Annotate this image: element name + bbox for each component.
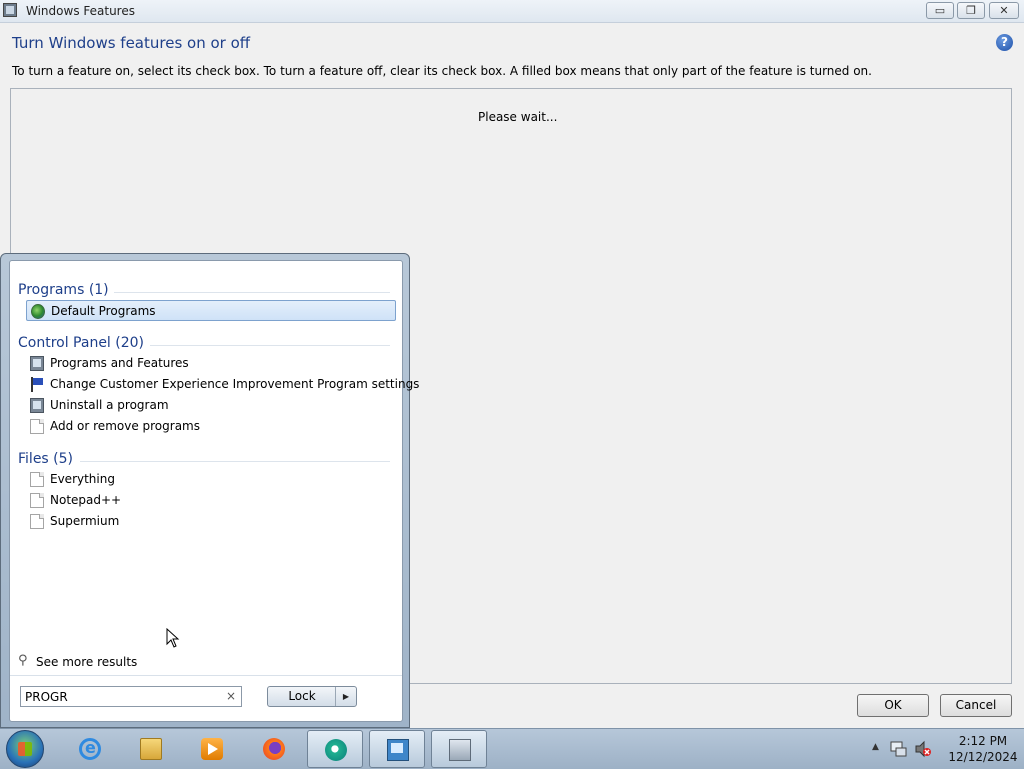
group-divider	[80, 461, 390, 462]
search-results-pane: Programs (1) Default Programs Control Pa…	[9, 260, 419, 722]
clear-search-icon[interactable]: ×	[226, 689, 236, 703]
control-panel-icon	[387, 739, 409, 761]
magnifier-icon: ⚲	[18, 653, 28, 668]
see-more-label: See more results	[36, 655, 138, 669]
power-options-arrow-icon[interactable]: ▶	[335, 687, 356, 706]
internet-explorer-icon	[79, 738, 101, 760]
minimize-button[interactable]: ▭	[926, 2, 954, 19]
taskbar-internet-explorer[interactable]	[62, 730, 118, 768]
document-icon	[30, 419, 44, 434]
taskbar-media-player[interactable]	[184, 730, 240, 768]
taskbar-app[interactable]	[307, 730, 363, 768]
windows-features-icon	[449, 739, 471, 761]
document-icon	[30, 514, 44, 529]
start-menu: Programs (1) Default Programs Control Pa…	[0, 253, 419, 728]
app-icon	[325, 739, 347, 761]
group-divider	[150, 345, 390, 346]
taskbar-windows-features[interactable]	[431, 730, 487, 768]
firefox-icon	[263, 738, 285, 760]
result-label: Uninstall a program	[50, 398, 169, 412]
result-label: Default Programs	[51, 304, 156, 318]
result-label: Supermium	[50, 514, 120, 528]
lock-button[interactable]: Lock ▶	[267, 686, 357, 707]
divider	[10, 675, 402, 676]
mouse-cursor-icon	[166, 628, 180, 648]
windows-features-icon	[3, 3, 17, 17]
document-icon	[30, 493, 44, 508]
result-default-programs[interactable]: Default Programs	[26, 300, 396, 321]
close-button[interactable]: ✕	[989, 2, 1019, 19]
start-search-box[interactable]: ×	[20, 686, 242, 707]
result-notepad-plus-plus[interactable]: Notepad++	[26, 490, 396, 511]
clock[interactable]: 2:12 PM 12/12/2024	[946, 733, 1020, 765]
result-label: Everything	[50, 472, 115, 486]
page-title: Turn Windows features on or off	[12, 34, 251, 52]
result-label: Add or remove programs	[50, 419, 200, 433]
media-player-icon	[201, 738, 223, 760]
title-bar[interactable]: Windows Features ▭ ❐ ✕	[0, 0, 1024, 23]
folder-icon	[140, 738, 162, 760]
volume-muted-icon[interactable]	[914, 740, 932, 758]
window-title: Windows Features	[26, 4, 135, 18]
show-hidden-icons-icon[interactable]: ▲	[872, 742, 879, 752]
flag-icon	[30, 377, 44, 392]
result-label: Notepad++	[50, 493, 122, 507]
taskbar-control-panel[interactable]	[369, 730, 425, 768]
taskbar: ▲ 2:12 PM 12/12/2024	[0, 728, 1024, 769]
result-programs-and-features[interactable]: Programs and Features	[26, 353, 396, 374]
group-heading-files: Files (5)	[18, 451, 74, 467]
taskbar-firefox[interactable]	[246, 730, 302, 768]
result-uninstall-a-program[interactable]: Uninstall a program	[26, 395, 396, 416]
start-button[interactable]	[6, 730, 44, 768]
restore-button[interactable]: ❐	[957, 2, 985, 19]
instructions-text: To turn a feature on, select its check b…	[12, 64, 872, 78]
search-input[interactable]	[25, 688, 215, 705]
result-label: Change Customer Experience Improvement P…	[50, 377, 420, 391]
cancel-button[interactable]: Cancel	[940, 694, 1012, 717]
document-icon	[30, 472, 44, 487]
control-panel-icon	[30, 356, 44, 371]
result-add-or-remove-programs[interactable]: Add or remove programs	[26, 416, 396, 437]
action-center-icon[interactable]	[890, 741, 908, 757]
taskbar-windows-explorer[interactable]	[123, 730, 179, 768]
clock-date: 12/12/2024	[948, 750, 1018, 764]
group-heading-control-panel: Control Panel (20)	[18, 335, 145, 351]
default-programs-icon	[31, 304, 45, 319]
clock-time: 2:12 PM	[958, 734, 1008, 748]
lock-label: Lock	[288, 689, 316, 703]
control-panel-icon	[30, 398, 44, 413]
notification-area: ▲ 2:12 PM 12/12/2024	[866, 729, 1024, 769]
help-icon[interactable]: ?	[996, 34, 1013, 51]
result-customer-experience-settings[interactable]: Change Customer Experience Improvement P…	[26, 374, 419, 395]
result-label: Programs and Features	[50, 356, 189, 370]
result-supermium[interactable]: Supermium	[26, 511, 396, 532]
loading-status: Please wait...	[478, 110, 558, 124]
ok-button[interactable]: OK	[857, 694, 929, 717]
result-everything[interactable]: Everything	[26, 469, 396, 490]
group-divider	[114, 292, 390, 293]
group-heading-programs: Programs (1)	[18, 282, 109, 298]
